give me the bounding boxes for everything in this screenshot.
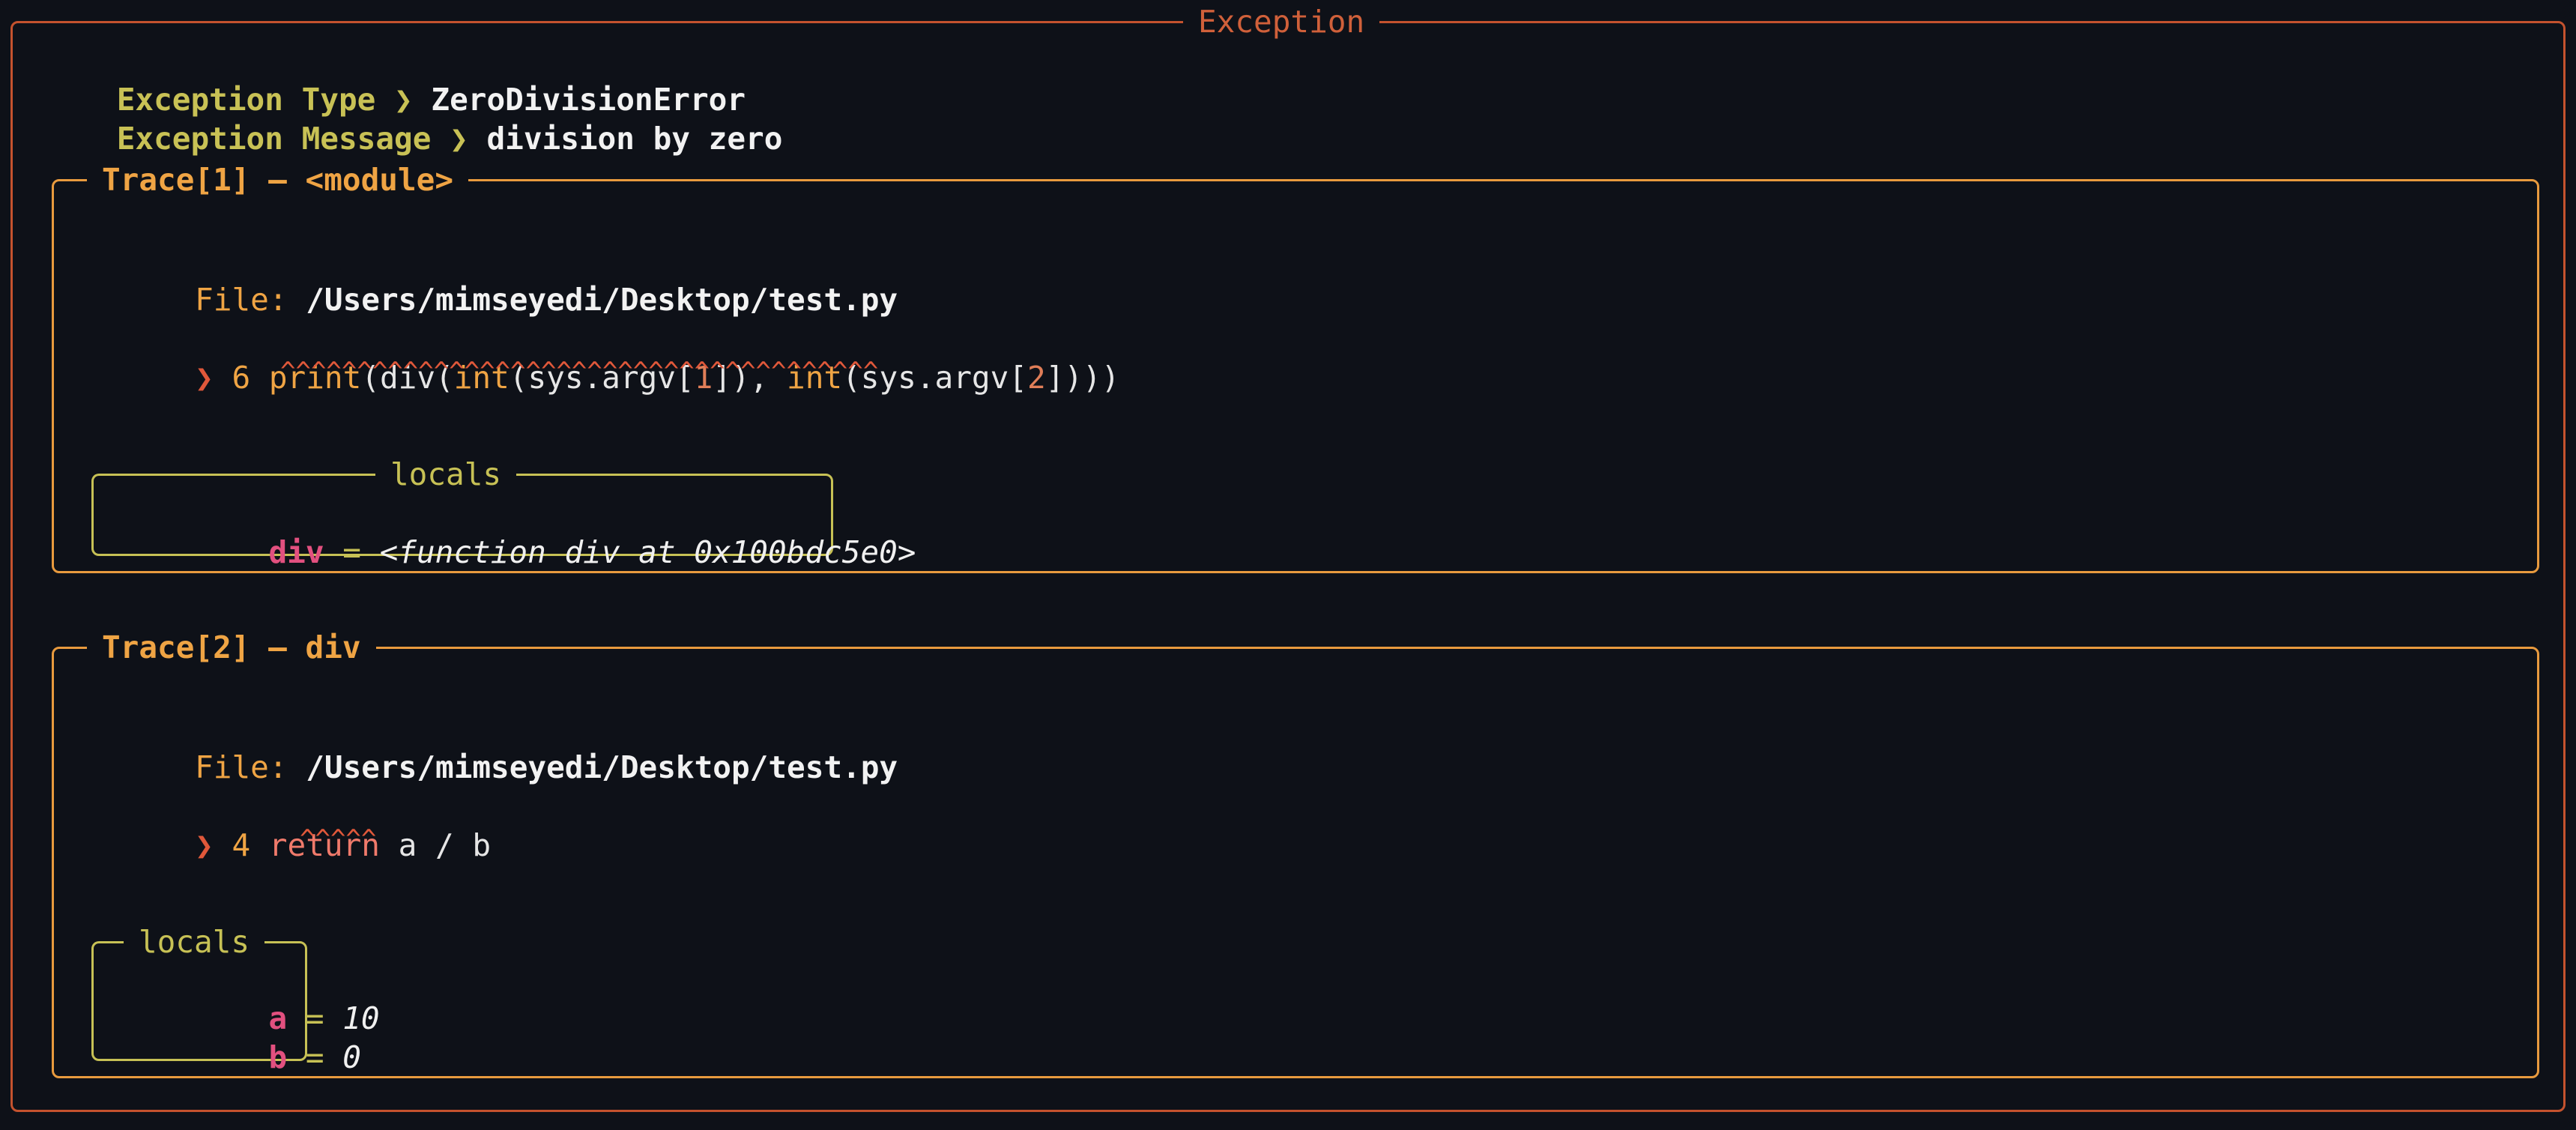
exception-panel: Exception Exception Type ❯ ZeroDivisionE… [10, 2, 2566, 1112]
line-number: 6 [232, 360, 251, 396]
exception-message-label: Exception Message [116, 121, 432, 157]
code-rest: a / b [379, 827, 492, 863]
line-number: 4 [232, 827, 251, 863]
local-eq: = [342, 534, 361, 570]
trace-title: Trace[1] – <module> [87, 160, 468, 199]
code-token: 2 [1027, 360, 1046, 396]
local-value: <function div at 0x100bdc5e0> [379, 534, 916, 570]
local-name: b [268, 1039, 288, 1075]
error-carets: ^^^^^ [300, 824, 377, 854]
trace-panel-1: Trace[1] – <module> File: /Users/mimseye… [52, 160, 2539, 573]
chevron-right-icon: ❯ [195, 360, 214, 396]
locals-panel: locals div = <function div at 0x100bdc5e… [91, 455, 916, 570]
local-variable: div = <function div at 0x100bdc5e0> [121, 494, 916, 611]
file-label: File: [195, 749, 288, 785]
locals-panel: locals a = 10 b = 0 [91, 922, 380, 1075]
local-eq: = [305, 1039, 324, 1075]
trace-title: Trace[2] – div [87, 628, 376, 667]
locals-title: locals [375, 455, 517, 494]
exception-panel-title: Exception [1183, 2, 1380, 41]
chevron-right-icon: ❯ [450, 121, 468, 157]
local-name: div [268, 534, 324, 570]
locals-title: locals [124, 922, 265, 961]
error-carets: ^^^^^^^^^^^^^^^^^^^^^^^^^^^^^^^^^^^^^^^ [280, 357, 879, 387]
local-value: 0 [342, 1039, 361, 1075]
file-path: /Users/mimseyedi/Desktop/test.py [306, 282, 898, 318]
exception-message-value: division by zero [486, 121, 783, 157]
file-path: /Users/mimseyedi/Desktop/test.py [306, 749, 898, 785]
code-line: ❯ 4 return a / b [84, 787, 491, 904]
code-token: ]))) [1045, 360, 1120, 396]
file-label: File: [195, 282, 288, 318]
chevron-right-icon: ❯ [195, 827, 214, 863]
local-variable: b = 0 [121, 999, 361, 1116]
trace-panel-2: Trace[2] – div File: /Users/mimseyedi/De… [52, 628, 2539, 1078]
